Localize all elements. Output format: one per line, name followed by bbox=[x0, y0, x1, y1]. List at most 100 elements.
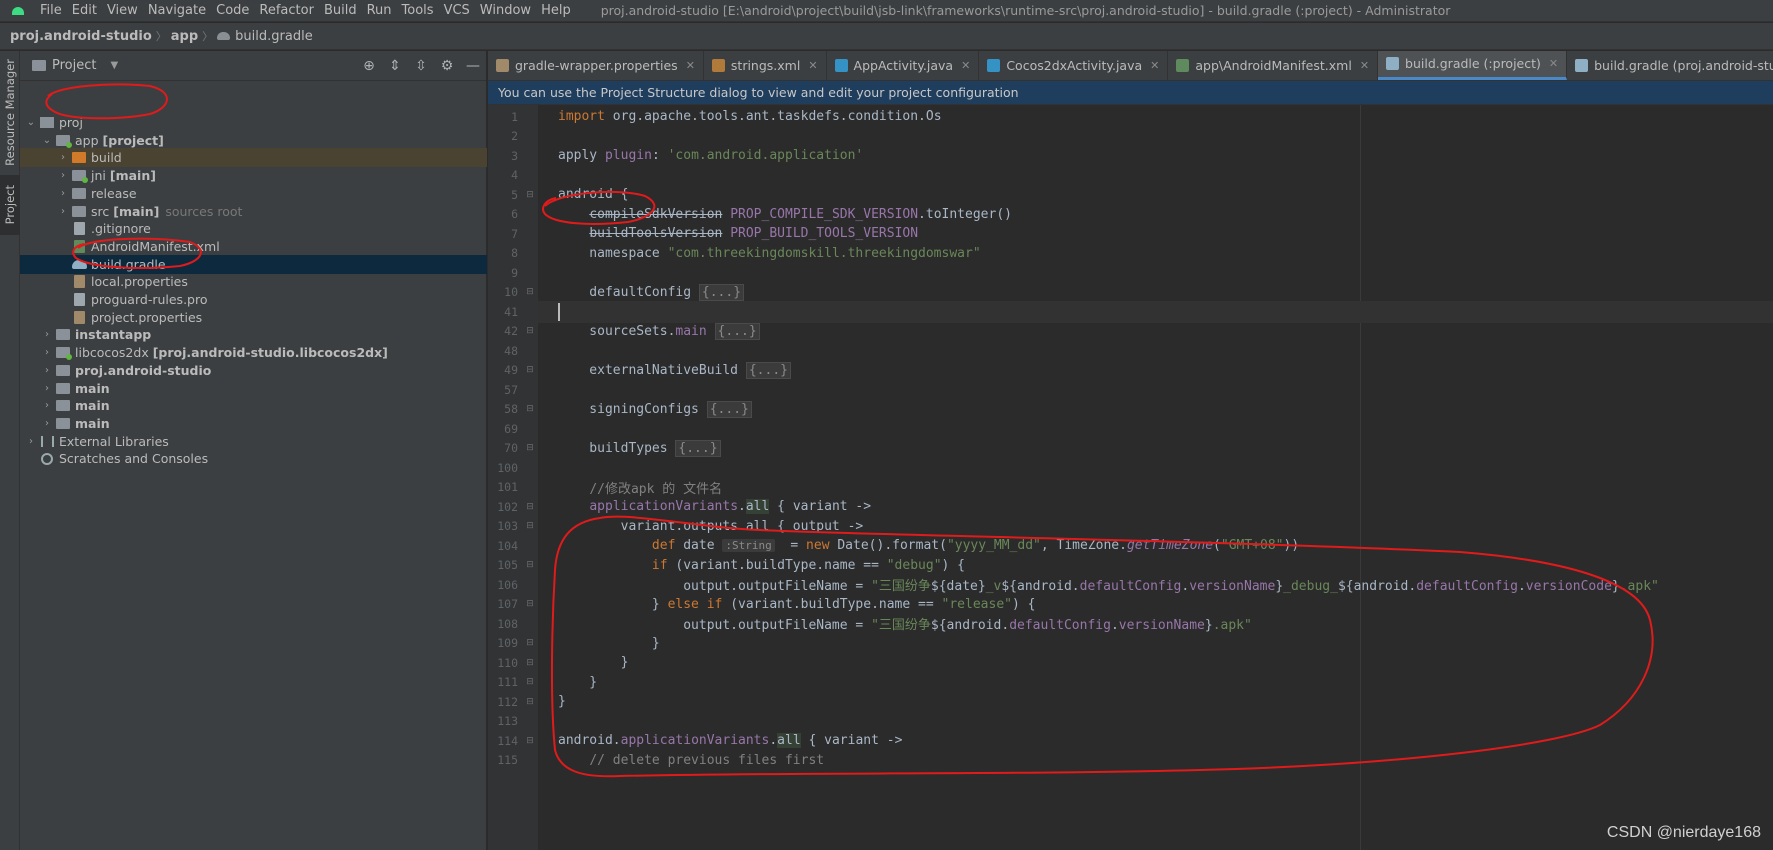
code-text[interactable]: //修改apk 的 文件名 bbox=[558, 478, 722, 497]
tree-item[interactable]: Scratches and Consoles bbox=[20, 449, 487, 468]
code-text[interactable]: variant.outputs.all { output -> bbox=[558, 519, 864, 534]
chevron-right-icon[interactable]: › bbox=[40, 329, 54, 340]
close-icon[interactable]: ✕ bbox=[961, 59, 970, 72]
editor-tab[interactable]: gradle-wrapper.properties ✕ bbox=[488, 51, 704, 80]
tree-item[interactable]: local.properties bbox=[20, 272, 487, 291]
tree-item[interactable]: › instantapp bbox=[20, 325, 487, 344]
fold-marker-icon[interactable]: ⊟ bbox=[522, 677, 538, 687]
code-text[interactable]: buildToolsVersion PROP_BUILD_TOOLS_VERSI… bbox=[558, 226, 918, 241]
close-icon[interactable]: ✕ bbox=[1549, 57, 1558, 70]
code-text[interactable]: if (variant.buildType.name == "debug") { bbox=[558, 558, 965, 573]
fold-marker-icon[interactable]: ⊟ bbox=[522, 443, 538, 453]
fold-marker-icon[interactable]: ⊟ bbox=[522, 365, 538, 375]
chevron-right-icon[interactable]: › bbox=[24, 436, 38, 447]
code-text[interactable]: namespace "com.threekingdomskill.threeki… bbox=[558, 246, 980, 261]
expand-all-icon[interactable]: ⇕ bbox=[382, 58, 408, 74]
fold-marker-icon[interactable]: ⊟ bbox=[522, 287, 538, 297]
breadcrumb-file[interactable]: build.gradle bbox=[235, 29, 313, 44]
chevron-right-icon[interactable]: › bbox=[40, 383, 54, 394]
fold-marker-icon[interactable]: ⊟ bbox=[522, 502, 538, 512]
gear-icon[interactable]: ⚙ bbox=[434, 58, 460, 74]
fold-marker-icon[interactable]: ⊟ bbox=[522, 326, 538, 336]
menu-view[interactable]: View bbox=[103, 3, 142, 18]
project-panel-title[interactable]: Project bbox=[52, 58, 96, 73]
fold-marker-icon[interactable]: ⊟ bbox=[522, 736, 538, 746]
code-text[interactable]: compileSdkVersion PROP_COMPILE_SDK_VERSI… bbox=[558, 207, 1012, 222]
chevron-down-icon[interactable]: ⌄ bbox=[40, 135, 54, 146]
menu-navigate[interactable]: Navigate bbox=[144, 3, 210, 18]
code-text[interactable]: externalNativeBuild {...} bbox=[558, 361, 791, 379]
tree-item[interactable]: › proj.android-studio bbox=[20, 361, 487, 380]
fold-marker-icon[interactable]: ⊟ bbox=[522, 190, 538, 200]
code-area[interactable]: 1 import org.apache.tools.ant.taskdefs.co… bbox=[488, 105, 1773, 850]
tree-item[interactable]: › External Libraries bbox=[20, 432, 487, 451]
menu-run[interactable]: Run bbox=[363, 3, 396, 18]
tree-item[interactable]: project.properties bbox=[20, 308, 487, 327]
tree-item[interactable]: › main bbox=[20, 396, 487, 415]
tree-item[interactable]: › jni [main] bbox=[20, 166, 487, 185]
code-text[interactable]: def date :String = new Date().format("yy… bbox=[558, 538, 1299, 553]
code-text[interactable]: output.outputFileName = "三国纷争${android.d… bbox=[558, 614, 1252, 633]
tree-item[interactable]: ⌄ proj bbox=[20, 113, 487, 132]
code-text[interactable]: apply plugin: 'com.android.application' bbox=[558, 148, 863, 163]
editor-tab[interactable]: strings.xml ✕ bbox=[704, 51, 827, 80]
tab-project[interactable]: Project bbox=[0, 175, 20, 235]
fold-marker-icon[interactable]: ⊟ bbox=[522, 560, 538, 570]
menu-window[interactable]: Window bbox=[476, 3, 535, 18]
close-icon[interactable]: ✕ bbox=[686, 59, 695, 72]
code-text[interactable]: android.applicationVariants.all { varian… bbox=[558, 733, 902, 749]
code-text[interactable] bbox=[558, 302, 560, 321]
menu-edit[interactable]: Edit bbox=[68, 3, 101, 18]
code-text[interactable]: import org.apache.tools.ant.taskdefs.con… bbox=[558, 109, 942, 124]
fold-marker-icon[interactable]: ⊟ bbox=[522, 404, 538, 414]
editor-tab[interactable]: AppActivity.java ✕ bbox=[827, 51, 980, 80]
fold-marker-icon[interactable]: ⊟ bbox=[522, 697, 538, 707]
tree-item[interactable]: › src [main] sources root bbox=[20, 202, 487, 221]
menu-code[interactable]: Code bbox=[212, 3, 253, 18]
chevron-right-icon[interactable]: › bbox=[40, 365, 54, 376]
project-structure-notice[interactable]: You can use the Project Structure dialog… bbox=[488, 81, 1773, 105]
chevron-down-icon[interactable]: ▼ bbox=[110, 60, 118, 71]
tree-item[interactable]: AndroidManifest.xml bbox=[20, 237, 487, 256]
close-icon[interactable]: ✕ bbox=[808, 59, 817, 72]
fold-marker-icon[interactable]: ⊟ bbox=[522, 658, 538, 668]
tree-item[interactable]: › build bbox=[20, 148, 487, 168]
chevron-right-icon[interactable]: › bbox=[56, 152, 70, 163]
tree-item[interactable]: build.gradle bbox=[20, 254, 487, 274]
tree-item[interactable]: proguard-rules.pro bbox=[20, 290, 487, 309]
code-text[interactable]: } else if (variant.buildType.name == "re… bbox=[558, 597, 1036, 612]
tree-item[interactable]: › release bbox=[20, 184, 487, 203]
fold-marker-icon[interactable]: ⊟ bbox=[522, 521, 538, 531]
menu-tools[interactable]: Tools bbox=[398, 3, 438, 18]
code-text[interactable]: android { bbox=[558, 187, 628, 202]
tree-item[interactable]: › main bbox=[20, 379, 487, 398]
code-text[interactable]: sourceSets.main {...} bbox=[558, 322, 760, 340]
code-text[interactable]: output.outputFileName = "三国纷争${date}_v${… bbox=[558, 575, 1659, 594]
locate-icon[interactable]: ⊕ bbox=[356, 58, 382, 74]
code-text[interactable]: defaultConfig {...} bbox=[558, 283, 745, 301]
chevron-right-icon[interactable]: › bbox=[40, 347, 54, 358]
tab-resource-manager[interactable]: Resource Manager bbox=[0, 57, 20, 167]
menu-vcs[interactable]: VCS bbox=[440, 3, 474, 18]
breadcrumb-project[interactable]: proj.android-studio bbox=[10, 29, 152, 44]
code-text[interactable]: } bbox=[558, 636, 660, 651]
fold-marker-icon[interactable]: ⊟ bbox=[522, 599, 538, 609]
tree-item[interactable]: › main bbox=[20, 414, 487, 433]
code-text[interactable]: } bbox=[558, 694, 566, 709]
breadcrumb-module[interactable]: app bbox=[171, 29, 198, 44]
code-text[interactable]: buildTypes {...} bbox=[558, 439, 721, 457]
chevron-right-icon[interactable]: › bbox=[40, 400, 54, 411]
close-icon[interactable]: ✕ bbox=[1360, 59, 1369, 72]
code-text[interactable]: applicationVariants.all { variant -> bbox=[558, 499, 871, 515]
collapse-all-icon[interactable]: ⇳ bbox=[408, 58, 434, 74]
menu-help[interactable]: Help bbox=[537, 3, 575, 18]
editor-tab[interactable]: Cocos2dxActivity.java ✕ bbox=[979, 51, 1169, 80]
tree-item[interactable]: .gitignore bbox=[20, 219, 487, 238]
chevron-down-icon[interactable]: ⌄ bbox=[24, 117, 38, 128]
chevron-right-icon[interactable]: › bbox=[56, 188, 70, 199]
editor-tab[interactable]: build.gradle (:project) ✕ bbox=[1378, 51, 1568, 80]
editor-tab[interactable]: build.gradle (proj.android-studio)✕ bbox=[1567, 51, 1773, 80]
code-text[interactable]: } bbox=[558, 655, 629, 670]
code-text[interactable]: signingConfigs {...} bbox=[558, 400, 752, 418]
hide-icon[interactable]: — bbox=[460, 58, 486, 74]
